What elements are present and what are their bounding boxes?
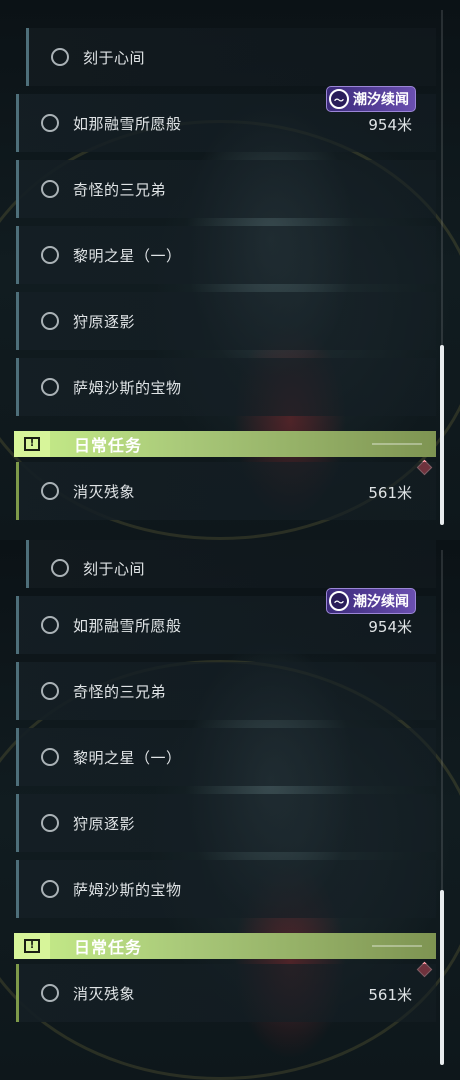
quest-label: 如那融雪所愿般 <box>73 616 182 635</box>
circle-icon <box>41 114 59 132</box>
quest-distance: 954米 <box>368 116 412 134</box>
circle-icon <box>41 312 59 330</box>
tag-label: 潮汐续闻 <box>353 92 409 108</box>
quest-item-6[interactable]: 萨姆沙斯的宝物 <box>16 860 436 918</box>
quest-item-3[interactable]: 奇怪的三兄弟 <box>16 160 436 218</box>
quest-label: 刻于心间 <box>83 48 146 67</box>
circle-icon <box>41 616 59 634</box>
circle-icon <box>41 246 59 264</box>
quest-item-5[interactable]: 狩原逐影 <box>16 794 436 852</box>
scrollbar-thumb[interactable] <box>440 345 444 525</box>
quest-label: 奇怪的三兄弟 <box>73 180 167 199</box>
section-title: 日常任务 <box>74 938 143 957</box>
alert-icon: ! <box>14 431 50 457</box>
quest-category-tag: 〜 潮汐续闻 <box>326 86 416 112</box>
quest-item-4[interactable]: 黎明之星（一） <box>16 226 436 284</box>
wave-icon: 〜 <box>329 89 349 109</box>
circle-icon <box>41 378 59 396</box>
quest-label: 狩原逐影 <box>73 814 136 833</box>
quest-item-3[interactable]: 奇怪的三兄弟 <box>16 662 436 720</box>
circle-icon <box>41 880 59 898</box>
quest-panel-bottom: 刻于心间 如那融雪所愿般 〜 潮汐续闻 954米 奇怪的三兄弟 黎明之星（一） … <box>0 540 460 1080</box>
quest-distance: 561米 <box>368 484 412 502</box>
wave-icon: 〜 <box>329 591 349 611</box>
daily-item-1[interactable]: 消灭残象 561米 <box>16 964 436 1022</box>
daily-item-1[interactable]: 消灭残象 561米 <box>16 462 436 520</box>
quest-label: 奇怪的三兄弟 <box>73 682 167 701</box>
tag-label: 潮汐续闻 <box>353 594 409 610</box>
circle-icon <box>41 180 59 198</box>
quest-panel-top: 刻于心间 如那融雪所愿般 〜 潮汐续闻 954米 奇怪的三兄弟 黎明之星（一） … <box>0 0 460 540</box>
alert-icon: ! <box>14 933 50 959</box>
circle-icon <box>41 482 59 500</box>
quest-item-6[interactable]: 萨姆沙斯的宝物 <box>16 358 436 416</box>
section-title: 日常任务 <box>74 436 143 455</box>
quest-label: 黎明之星（一） <box>73 748 182 767</box>
circle-icon <box>51 559 69 577</box>
scrollbar-thumb[interactable] <box>440 890 444 1065</box>
section-decoration <box>372 945 422 947</box>
quest-label: 狩原逐影 <box>73 312 136 331</box>
circle-icon <box>41 984 59 1002</box>
quest-category-tag: 〜 潮汐续闻 <box>326 588 416 614</box>
circle-icon <box>41 748 59 766</box>
quest-item-5[interactable]: 狩原逐影 <box>16 292 436 350</box>
quest-item-2[interactable]: 如那融雪所愿般 〜 潮汐续闻 954米 <box>16 86 436 152</box>
circle-icon <box>41 682 59 700</box>
quest-label: 萨姆沙斯的宝物 <box>73 880 182 899</box>
quest-label: 刻于心间 <box>83 559 146 578</box>
quest-item-1[interactable]: 刻于心间 <box>26 28 436 86</box>
quest-distance: 954米 <box>368 618 412 636</box>
quest-item-4[interactable]: 黎明之星（一） <box>16 728 436 786</box>
section-decoration <box>372 443 422 445</box>
quest-item-1[interactable]: 刻于心间 <box>26 540 436 588</box>
daily-section-header[interactable]: ! 日常任务 <box>14 431 436 457</box>
quest-distance: 561米 <box>368 986 412 1004</box>
quest-label: 如那融雪所愿般 <box>73 114 182 133</box>
quest-label: 消灭残象 <box>73 482 136 501</box>
circle-icon <box>51 48 69 66</box>
daily-section-header[interactable]: ! 日常任务 <box>14 933 436 959</box>
quest-label: 黎明之星（一） <box>73 246 182 265</box>
quest-label: 消灭残象 <box>73 984 136 1003</box>
circle-icon <box>41 814 59 832</box>
quest-label: 萨姆沙斯的宝物 <box>73 378 182 397</box>
quest-item-2[interactable]: 如那融雪所愿般 〜 潮汐续闻 954米 <box>16 588 436 654</box>
